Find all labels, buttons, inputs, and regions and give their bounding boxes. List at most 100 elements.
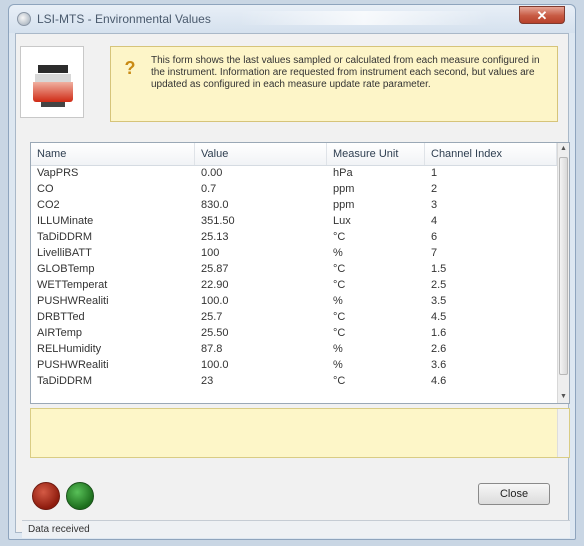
cell-channel: 4.5 — [431, 311, 447, 323]
table-row[interactable]: GLOBTemp 25.87 °C 1.5 — [31, 262, 557, 277]
logo-base-shape — [41, 102, 65, 107]
cell-unit: °C — [333, 231, 346, 243]
logo-top-shape — [38, 65, 68, 73]
window-close-button[interactable]: ✕ — [519, 6, 565, 24]
cell-value: 351.50 — [201, 215, 235, 227]
cell-unit: % — [333, 247, 343, 259]
close-button[interactable]: Close — [478, 483, 550, 505]
cell-value: 22.90 — [201, 279, 229, 291]
values-table[interactable]: Name Value Measure Unit Channel Index Va… — [30, 142, 570, 404]
cell-name: VapPRS — [37, 167, 79, 179]
table-row[interactable]: CO 0.7 ppm 2 — [31, 182, 557, 197]
cell-channel: 1.5 — [431, 263, 447, 275]
table-row[interactable]: DRBTTed 25.7 °C 4.5 — [31, 310, 557, 325]
cell-channel: 3 — [431, 199, 438, 211]
cell-name: LivelliBATT — [37, 247, 92, 259]
column-header-unit[interactable]: Measure Unit — [327, 143, 425, 165]
table-row[interactable]: ILLUMinate 351.50 Lux 4 — [31, 214, 557, 229]
cell-value: 25.7 — [201, 311, 223, 323]
cell-value: 25.13 — [201, 231, 229, 243]
cell-unit: hPa — [333, 167, 353, 179]
cell-name: TaDiDDRM — [37, 375, 92, 387]
cell-value: 100 — [201, 247, 220, 259]
title-bar[interactable]: LSI-MTS - Environmental Values ✕ — [9, 5, 575, 33]
cell-value: 830.0 — [201, 199, 229, 211]
cell-name: WETTemperat — [37, 279, 108, 291]
cell-unit: °C — [333, 279, 346, 291]
cell-value: 23 — [201, 375, 214, 387]
cell-unit: ppm — [333, 183, 355, 195]
window-title: LSI-MTS - Environmental Values — [37, 12, 211, 26]
info-icon: ? — [124, 58, 136, 78]
cell-value: 100.0 — [201, 359, 229, 371]
green-status-led-icon — [66, 482, 94, 510]
cell-channel: 1 — [431, 167, 438, 179]
scroll-down-arrow-icon[interactable]: ▼ — [558, 391, 569, 403]
column-header-value[interactable]: Value — [195, 143, 327, 165]
cell-name: PUSHWRealiti — [37, 295, 109, 307]
instrument-logo — [20, 46, 84, 118]
cell-channel: 1.6 — [431, 327, 447, 339]
messages-panel — [30, 408, 570, 458]
table-scrollbar[interactable]: ▲ ▼ — [557, 143, 569, 403]
logo-middle-shape — [35, 74, 71, 82]
cell-channel: 2.6 — [431, 343, 447, 355]
cell-channel: 3.5 — [431, 295, 447, 307]
cell-unit: °C — [333, 263, 346, 275]
cell-name: AIRTemp — [37, 327, 83, 339]
table-row[interactable]: WETTemperat 22.90 °C 2.5 — [31, 278, 557, 293]
cell-channel: 6 — [431, 231, 438, 243]
scroll-up-arrow-icon[interactable]: ▲ — [558, 143, 569, 155]
cell-name: CO2 — [37, 199, 60, 211]
table-row[interactable]: TaDiDDRM 25.13 °C 6 — [31, 230, 557, 245]
cell-unit: °C — [333, 311, 346, 323]
cell-value: 25.87 — [201, 263, 229, 275]
cell-value: 0.7 — [201, 183, 217, 195]
messages-scrollbar[interactable] — [557, 409, 569, 457]
cell-unit: % — [333, 295, 343, 307]
cell-unit: ppm — [333, 199, 355, 211]
cell-name: RELHumidity — [37, 343, 102, 355]
cell-channel: 4 — [431, 215, 438, 227]
table-row[interactable]: VapPRS 0.00 hPa 1 — [31, 166, 557, 181]
cell-name: ILLUMinate — [37, 215, 94, 227]
cell-name: GLOBTemp — [37, 263, 95, 275]
cell-unit: % — [333, 343, 343, 355]
logo-red-shape — [33, 82, 73, 102]
cell-name: TaDiDDRM — [37, 231, 92, 243]
cell-channel: 7 — [431, 247, 438, 259]
app-icon — [17, 12, 31, 26]
close-icon: ✕ — [536, 8, 548, 23]
cell-name: DRBTTed — [37, 311, 85, 323]
table-row[interactable]: CO2 830.0 ppm 3 — [31, 198, 557, 213]
table-row[interactable]: LivelliBATT 100% 7 — [31, 246, 557, 261]
column-header-name[interactable]: Name — [31, 143, 195, 165]
table-row[interactable]: AIRTemp 25.50 °C 1.6 — [31, 326, 557, 341]
cell-name: CO — [37, 183, 54, 195]
red-status-led-icon — [32, 482, 60, 510]
column-header-channel[interactable]: Channel Index — [425, 143, 557, 165]
table-header: Name Value Measure Unit Channel Index — [31, 143, 557, 166]
cell-unit: % — [333, 359, 343, 371]
cell-value: 0.00 — [201, 167, 223, 179]
cell-unit: Lux — [333, 215, 351, 227]
cell-channel: 2.5 — [431, 279, 447, 291]
info-panel: ? This form shows the last values sample… — [110, 46, 558, 122]
table-row[interactable]: PUSHWRealiti 100.0% 3.5 — [31, 294, 557, 309]
cell-name: PUSHWRealiti — [37, 359, 109, 371]
scroll-thumb[interactable] — [559, 157, 568, 375]
table-row[interactable]: PUSHWRealiti 100.0% 3.6 — [31, 358, 557, 373]
cell-channel: 3.6 — [431, 359, 447, 371]
cell-unit: °C — [333, 375, 346, 387]
cell-unit: °C — [333, 327, 346, 339]
cell-value: 87.8 — [201, 343, 223, 355]
title-glow — [239, 11, 489, 25]
cell-channel: 4.6 — [431, 375, 447, 387]
table-row[interactable]: RELHumidity 87.8% 2.6 — [31, 342, 557, 357]
status-bar: Data received — [22, 520, 570, 538]
info-text: This form shows the last values sampled … — [151, 55, 540, 90]
cell-value: 25.50 — [201, 327, 229, 339]
table-row[interactable]: TaDiDDRM 23 °C 4.6 — [31, 374, 557, 389]
cell-value: 100.0 — [201, 295, 229, 307]
cell-channel: 2 — [431, 183, 438, 195]
